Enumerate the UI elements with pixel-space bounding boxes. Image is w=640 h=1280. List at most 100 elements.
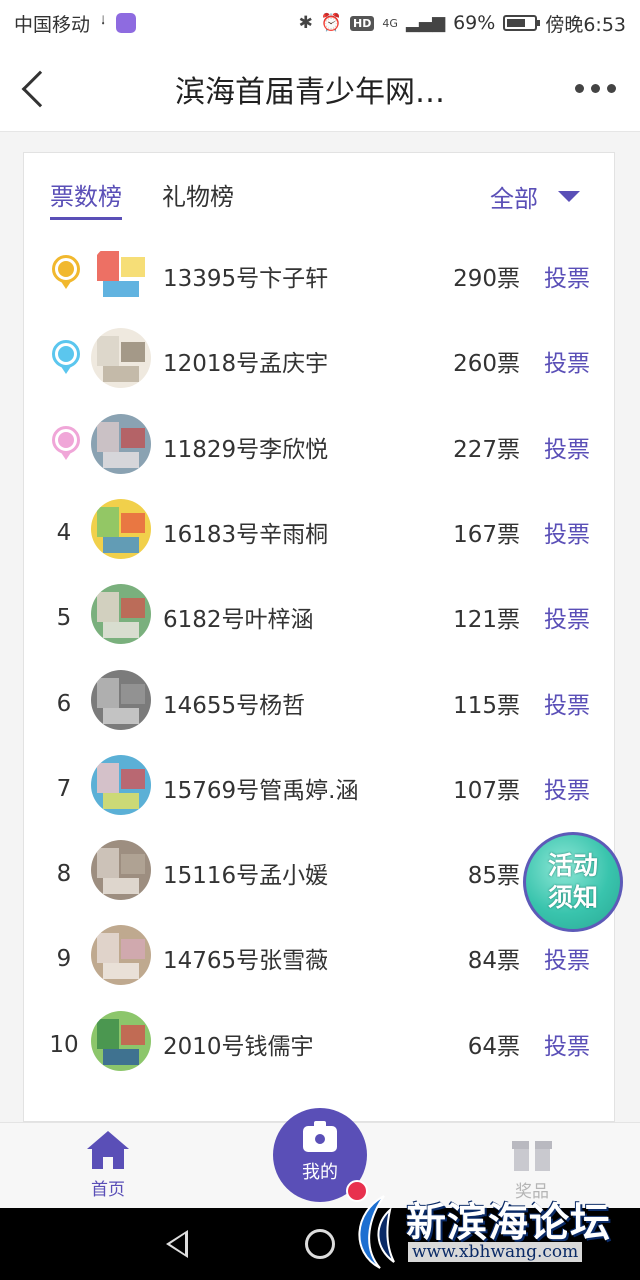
rank-number: 10: [49, 1032, 79, 1058]
page-title: 滨海首届青少年网…: [175, 74, 445, 110]
vote-count: 107票: [453, 778, 520, 804]
system-back-icon-inner: [170, 1234, 185, 1254]
hd-icon: HD: [349, 15, 375, 31]
avatar[interactable]: [91, 670, 151, 730]
vote-count: 227票: [453, 437, 520, 463]
vote-count: 121票: [453, 607, 520, 633]
rank-number: 9: [56, 946, 72, 972]
notice-line-2: 须知: [547, 883, 598, 912]
vote-count: 84票: [467, 948, 520, 974]
carrier-label: 中国移动: [14, 13, 91, 36]
forum-watermark: 新滨海论坛 www.xbhwang.com: [344, 1186, 640, 1280]
vote-button[interactable]: 投票: [544, 600, 590, 634]
more-dot: [590, 84, 600, 93]
rank-number: 7: [56, 776, 72, 802]
tab-votes[interactable]: 票数榜: [50, 177, 122, 212]
vote-button[interactable]: 投票: [544, 686, 590, 720]
contestant-name[interactable]: 15769号管禹婷.涵: [163, 771, 358, 805]
network-type: 4G: [382, 16, 398, 30]
avatar[interactable]: [91, 414, 151, 474]
medal-gold-icon: [52, 255, 80, 291]
vote-count: 64票: [467, 1034, 520, 1060]
avatar[interactable]: [91, 925, 151, 985]
filter-dropdown[interactable]: 全部: [490, 179, 580, 214]
ranking-tabs: 票数榜 礼物榜 全部: [24, 153, 614, 233]
ranking-row: 4 16183号辛雨桐 167票 投票: [24, 499, 614, 584]
bluetooth-icon: ✱: [298, 13, 313, 33]
notice-line-1: 活动: [547, 851, 598, 880]
avatar[interactable]: [91, 499, 151, 559]
avatar[interactable]: [91, 584, 151, 644]
more-dot: [606, 84, 616, 93]
battery-percent: 69%: [453, 12, 496, 34]
ranking-row: 7 15769号管禹婷.涵 107票 投票: [24, 755, 614, 840]
signal-bars-icon: ▂▄▆: [405, 13, 446, 33]
avatar[interactable]: [91, 840, 151, 900]
status-left: 中国移动 ᛍ: [14, 10, 137, 37]
rank-number: 6: [56, 691, 72, 717]
vote-count: 115票: [453, 693, 520, 719]
contestant-name[interactable]: 15116号孟小媛: [163, 856, 328, 890]
activity-notice-button[interactable]: 活动 须知: [523, 832, 623, 932]
app-screen: 中国移动 ᛍ ✱ ⏰ HD 4G ▂▄▆ 69% 傍晚6:53 滨海首届青少年网…: [0, 0, 640, 1280]
vote-button[interactable]: 投票: [544, 430, 590, 464]
avatar[interactable]: [91, 243, 151, 303]
battery-fill: [507, 19, 526, 27]
more-button[interactable]: [550, 46, 640, 132]
ranking-row: 6 14655号杨哲 115票 投票: [24, 670, 614, 755]
vote-count: 85票: [467, 863, 520, 889]
vote-count: 290票: [453, 266, 520, 292]
gift-icon: [512, 1133, 552, 1171]
alarm-icon: ⏰: [320, 13, 342, 33]
contestant-name[interactable]: 16183号辛雨桐: [163, 515, 328, 549]
contestant-name[interactable]: 14655号杨哲: [163, 686, 305, 720]
status-bar: 中国移动 ᛍ ✱ ⏰ HD 4G ▂▄▆ 69% 傍晚6:53: [0, 0, 640, 46]
system-home-icon[interactable]: [305, 1229, 335, 1259]
avatar[interactable]: [91, 755, 151, 815]
home-icon: [87, 1131, 129, 1169]
vote-button[interactable]: 投票: [544, 259, 590, 293]
ranking-row: 5 6182号叶梓涵 121票 投票: [24, 584, 614, 669]
vote-count: 260票: [453, 351, 520, 377]
watermark-title: 新滨海论坛: [406, 1200, 611, 1246]
medal-pink-icon: [52, 426, 80, 462]
filter-label: 全部: [490, 185, 538, 213]
contestant-name[interactable]: 6182号叶梓涵: [163, 600, 314, 634]
battery-icon: [503, 15, 541, 31]
active-tab-underline: [50, 217, 122, 220]
rank-number: 4: [56, 520, 72, 546]
contestant-name[interactable]: 14765号张雪薇: [163, 941, 328, 975]
contestant-name[interactable]: 11829号李欣悦: [163, 430, 328, 464]
nav-home[interactable]: 首页: [78, 1131, 138, 1201]
contestant-name[interactable]: 2010号钱儒宇: [163, 1027, 314, 1061]
avatar[interactable]: [91, 1011, 151, 1071]
vote-button[interactable]: 投票: [544, 771, 590, 805]
avatar[interactable]: [91, 328, 151, 388]
status-right: ✱ ⏰ HD 4G ▂▄▆ 69% 傍晚6:53: [299, 10, 626, 37]
vote-button[interactable]: 投票: [544, 941, 590, 975]
nav-mine-label: 我的: [302, 1162, 338, 1183]
app-header: 滨海首届青少年网…: [0, 46, 640, 132]
vote-button[interactable]: 投票: [544, 515, 590, 549]
watermark-url: www.xbhwang.com: [408, 1242, 583, 1262]
contestant-name[interactable]: 13395号卞子轩: [163, 259, 328, 293]
ranking-row: 9 14765号张雪薇 84票 投票: [24, 925, 614, 1010]
vote-button[interactable]: 投票: [544, 1027, 590, 1061]
rank-number: 5: [56, 605, 72, 631]
signal-alt-icon: ᛍ: [98, 13, 109, 33]
vote-button[interactable]: 投票: [544, 344, 590, 378]
contestant-name[interactable]: 12018号孟庆宇: [163, 344, 328, 378]
app-notification-icon: [116, 13, 137, 33]
forum-logo-icon: [358, 1195, 395, 1269]
rank-number: 8: [56, 861, 72, 887]
tab-gifts[interactable]: 礼物榜: [162, 177, 234, 212]
ranking-row: 11829号李欣悦 227票 投票: [24, 414, 614, 499]
chevron-left-icon: [21, 70, 59, 107]
nav-home-label: 首页: [91, 1180, 125, 1200]
ranking-row: 10 2010号钱儒宇 64票 投票: [24, 1011, 614, 1096]
clock: 傍晚6:53: [545, 13, 626, 36]
caret-down-icon: [558, 191, 580, 202]
ranking-row: 12018号孟庆宇 260票 投票: [24, 328, 614, 413]
ranking-card: 票数榜 礼物榜 全部 13395号卞子轩 290票 投票 12018号孟庆宇 260票投…: [23, 152, 615, 1122]
back-button[interactable]: [0, 46, 70, 132]
